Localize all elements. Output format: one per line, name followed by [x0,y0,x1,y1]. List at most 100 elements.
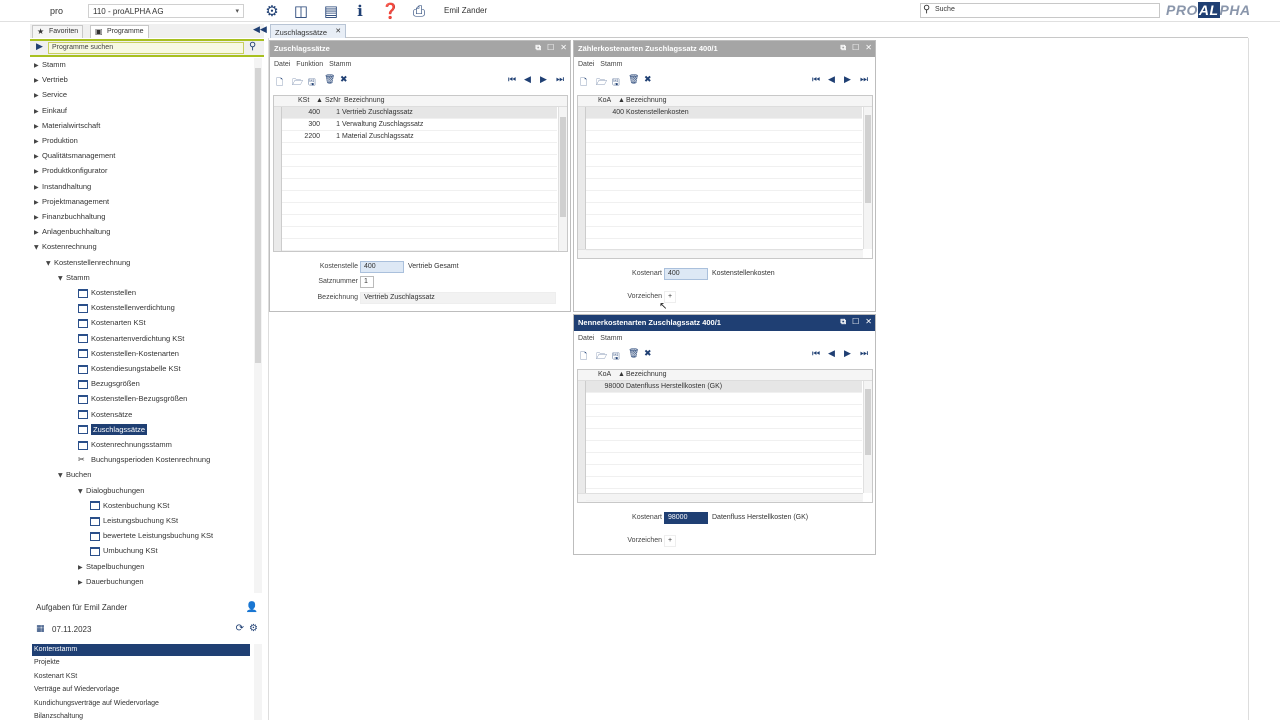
tree-item[interactable]: ▶ Stapelbuchungen [78,562,144,576]
column-bezeichnung[interactable]: Bezeichnung [626,97,666,104]
tab-programs[interactable]: ▣ Programme [90,25,149,38]
tree-item[interactable]: Zuschlagssätze [78,423,148,439]
table-row[interactable] [586,477,862,489]
close-icon[interactable]: ✕ [865,43,872,52]
table-row[interactable] [586,143,862,155]
task-scrollbar[interactable] [254,644,262,720]
delete-icon[interactable]: 🗑 [628,349,639,359]
last-record-icon[interactable]: ⏭ [860,349,868,359]
collapse-arrow-icon[interactable]: ▼ [46,260,54,267]
table-row[interactable]: 98000 Datenfluss Herstellkosten (GK) [586,381,862,393]
table-row[interactable] [586,453,862,465]
expand-arrow-icon[interactable]: ▶ [34,199,42,206]
table-row[interactable]: 400 1 Vertrieb Zuschlagssatz [282,107,557,119]
cancel-icon[interactable]: ✖ [644,75,652,85]
cancel-icon[interactable]: ✖ [644,349,652,359]
table-row[interactable] [586,227,862,239]
save-icon[interactable]: 🖫 [308,75,316,91]
tree-item[interactable]: Kostenstellenverdichtung [78,303,175,317]
prev-record-icon[interactable]: ◀ [828,349,835,359]
play-icon[interactable]: ▶ [36,42,43,52]
table-row[interactable] [586,429,862,441]
tree-item[interactable]: Kostenarten KSt [78,318,146,332]
global-search-input[interactable]: ⚲ Suche [920,3,1160,18]
column-koa[interactable]: KoA [598,97,611,104]
expand-arrow-icon[interactable]: ▶ [78,579,86,586]
table-row[interactable] [586,393,862,405]
first-record-icon[interactable]: ⏮ [812,349,820,359]
tree-item[interactable]: ▶ Finanzbuchhaltung [34,212,105,226]
grid-scrollbar[interactable] [863,381,872,493]
tree-scrollbar[interactable] [254,58,262,593]
last-record-icon[interactable]: ⏭ [860,75,868,85]
menu-stamm[interactable]: Stamm [600,61,622,68]
expand-arrow-icon[interactable]: ▶ [34,123,42,130]
tree-item[interactable]: ▼ Buchen [58,470,91,484]
table-row[interactable] [586,119,862,131]
task-item[interactable]: Projekte [32,657,250,669]
help-icon[interactable]: ❓ [381,2,400,20]
maximize-icon[interactable]: ☐ [852,317,859,326]
satznummer-input[interactable]: 1 [360,276,374,288]
save-icon[interactable]: 🖫 [612,75,620,91]
company-select[interactable]: 110 - proALPHA AG ▾ [88,4,244,18]
maximize-icon[interactable]: ☐ [852,43,859,52]
tree-item[interactable]: Kostenartenverdichtung KSt [78,334,184,348]
tree-item[interactable]: ▼ Kostenstellenrechnung [46,258,130,272]
delete-icon[interactable]: 🗑 [628,75,639,85]
expand-arrow-icon[interactable]: ▶ [34,92,42,99]
split-view-icon[interactable]: ◫ [292,2,310,20]
tree-item[interactable]: Bezugsgrößen [78,379,140,393]
table-row[interactable]: 300 1 Verwaltung Zuschlagssatz [282,119,557,131]
refresh-icon[interactable]: ⟳ [236,623,244,634]
kostenstelle-input[interactable]: 400 [360,261,404,273]
restore-icon[interactable]: ⧉ [535,43,541,52]
task-item[interactable]: Bilanzschaltung [32,711,250,720]
expand-arrow-icon[interactable]: ▶ [34,108,42,115]
tree-item[interactable]: ▶ Vertrieb [34,75,68,89]
gear-icon[interactable]: ⚙ [249,623,258,634]
kostenart-input[interactable]: 400 [664,268,708,280]
open-folder-icon[interactable]: 🗁 [596,75,607,91]
search-icon[interactable]: ⚲ [249,41,256,52]
maximize-icon[interactable]: ☐ [547,43,554,52]
table-row[interactable]: 400 Kostenstellenkosten [586,107,862,119]
tree-item[interactable]: ▼ Kostenrechnung [34,242,97,256]
tree-item[interactable]: Kostenrechnungsstamm [78,440,172,454]
tab-favorites[interactable]: ★ Favoriten [32,25,84,38]
row-selector[interactable] [578,381,586,495]
expand-arrow-icon[interactable]: ▶ [34,184,42,191]
table-row[interactable] [586,155,862,167]
tree-item[interactable]: ▶ Instandhaltung [34,182,91,196]
table-row[interactable] [586,215,862,227]
tree-item[interactable]: ▶ Stamm [34,60,66,74]
prev-record-icon[interactable]: ◀ [828,75,835,85]
new-icon[interactable]: 🗋 [276,75,283,91]
task-item[interactable]: Verträge auf Wiedervorlage [32,684,250,696]
tree-item[interactable]: Leistungsbuchung KSt [90,516,178,530]
expand-arrow-icon[interactable]: ▶ [34,168,42,175]
info-icon[interactable]: ℹ [351,2,369,20]
next-record-icon[interactable]: ▶ [844,75,851,85]
table-row[interactable] [282,239,557,251]
close-icon[interactable]: ✕ [335,27,341,35]
collapse-arrow-icon[interactable]: ▼ [34,244,42,251]
table-row[interactable] [586,489,862,501]
table-row[interactable] [282,215,557,227]
task-item[interactable]: Kontenstamm [32,644,250,656]
collapse-arrow-icon[interactable]: ▼ [78,488,86,495]
menu-stamm[interactable]: Stamm [329,61,351,68]
expand-arrow-icon[interactable]: ▶ [34,229,42,236]
expand-arrow-icon[interactable]: ▶ [34,62,42,69]
tree-item[interactable]: ▶ Produktkonfigurator [34,166,107,180]
tree-item[interactable]: ▼ Stamm [58,273,90,287]
column-kst[interactable]: KSt [298,97,309,104]
table-row[interactable] [282,143,557,155]
next-record-icon[interactable]: ▶ [844,349,851,359]
expand-arrow-icon[interactable]: ▶ [78,564,86,571]
table-row[interactable] [586,441,862,453]
table-row[interactable] [586,203,862,215]
first-record-icon[interactable]: ⏮ [812,75,820,85]
table-row[interactable] [282,227,557,239]
column-satznr[interactable]: SzNr [325,97,341,104]
